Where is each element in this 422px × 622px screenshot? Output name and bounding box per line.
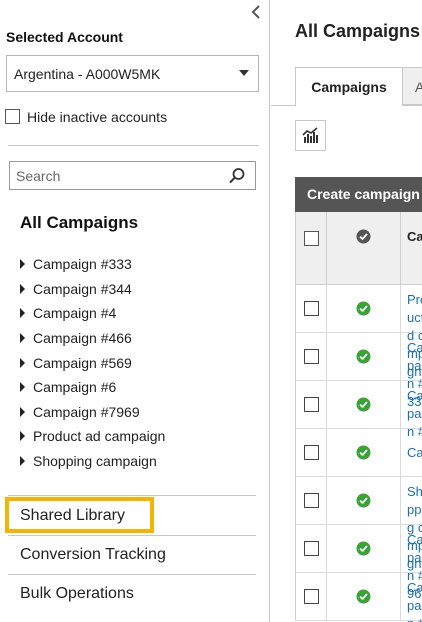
check-circle-icon: [356, 445, 371, 460]
divider: [8, 495, 256, 496]
campaign-tree-label[interactable]: Campaign #7969: [33, 404, 140, 420]
expand-arrow-icon[interactable]: [20, 308, 25, 319]
all-campaigns-heading: All Campaigns: [20, 213, 139, 232]
check-circle-icon: [356, 541, 371, 556]
expand-arrow-icon[interactable]: [20, 382, 25, 393]
divider: [8, 145, 259, 146]
select-all-checkbox[interactable]: [304, 231, 319, 246]
expand-arrow-icon[interactable]: [20, 456, 25, 467]
campaign-tree-item[interactable]: Campaign #4: [20, 301, 165, 326]
campaign-tree-item[interactable]: Campaign #466: [20, 326, 165, 351]
account-sidebar: Selected Account Argentina - A000W5MK Hi…: [0, 0, 270, 622]
campaign-tree-item[interactable]: Campaign #344: [20, 277, 165, 302]
table-row[interactable]: Campaign #4: [295, 381, 422, 439]
campaign-tree-label[interactable]: Campaign #344: [33, 281, 132, 297]
header-campaign-name[interactable]: Ca: [407, 229, 422, 244]
hide-inactive-checkbox[interactable]: [5, 109, 20, 125]
campaigns-grid: Ca Product ad campaign Campaign #333 Cam…: [295, 212, 422, 622]
row-checkbox[interactable]: [304, 541, 319, 556]
campaign-tree-item[interactable]: Campaign #333: [20, 252, 165, 277]
expand-arrow-icon[interactable]: [20, 357, 25, 368]
divider: [8, 574, 256, 575]
campaign-name-link[interactable]: Ca: [407, 444, 422, 462]
account-dropdown[interactable]: Argentina - A000W5MK: [6, 55, 259, 92]
search-icon[interactable]: [228, 167, 246, 185]
table-row[interactable]: Campaign #333: [295, 333, 422, 409]
tab-campaigns[interactable]: Campaigns: [295, 67, 403, 106]
chevron-left-icon[interactable]: [247, 2, 265, 22]
campaign-tree-label[interactable]: Campaign #569: [33, 355, 132, 371]
nav-conversion-tracking[interactable]: Conversion Tracking: [20, 546, 166, 564]
header-status-cell[interactable]: [327, 212, 401, 284]
divider: [8, 535, 256, 536]
campaign-tree-item[interactable]: Campaign #6: [20, 375, 165, 400]
expand-arrow-icon[interactable]: [20, 431, 25, 442]
check-circle-icon: [356, 397, 371, 412]
check-circle-icon: [356, 349, 371, 364]
nav-bulk-operations[interactable]: Bulk Operations: [20, 585, 134, 603]
campaign-name-link[interactable]: Campaign #344: [407, 579, 422, 622]
page-title: All Campaigns: [295, 21, 421, 41]
row-checkbox[interactable]: [304, 301, 319, 316]
table-row[interactable]: Product ad campaign: [295, 285, 422, 379]
main-pane: All Campaigns A Campaigns Create campaig…: [271, 0, 422, 622]
campaign-tree-label[interactable]: Campaign #6: [33, 379, 116, 395]
expand-arrow-icon[interactable]: [20, 283, 25, 294]
campaign-tree-label[interactable]: Product ad campaign: [33, 428, 165, 444]
campaign-tree-label[interactable]: Campaign #4: [33, 305, 116, 321]
hide-inactive-label: Hide inactive accounts: [27, 109, 168, 125]
campaign-tree-item[interactable]: Campaign #7969: [20, 400, 165, 425]
search-box: [9, 161, 256, 190]
create-campaign-button[interactable]: Create campaign: [295, 177, 422, 212]
campaign-tree-item[interactable]: Product ad campaign: [20, 424, 165, 449]
row-checkbox[interactable]: [304, 589, 319, 604]
row-checkbox[interactable]: [304, 397, 319, 412]
check-circle-icon: [356, 493, 371, 508]
expand-arrow-icon[interactable]: [20, 259, 25, 270]
row-checkbox[interactable]: [304, 349, 319, 364]
table-row[interactable]: Ca: [295, 429, 422, 477]
row-checkbox[interactable]: [304, 445, 319, 460]
campaign-tree-item[interactable]: Shopping campaign: [20, 449, 165, 474]
campaign-tree-label[interactable]: Campaign #333: [33, 256, 132, 272]
header-select-cell: [296, 212, 327, 284]
hide-inactive-row[interactable]: Hide inactive accounts: [5, 108, 167, 126]
check-circle-icon: [356, 301, 371, 316]
account-dropdown-value: Argentina - A000W5MK: [14, 66, 161, 82]
grid-header: Ca: [295, 212, 422, 285]
selected-account-label: Selected Account: [6, 29, 123, 45]
check-circle-icon: [356, 589, 371, 604]
table-row[interactable]: Campaign #344: [295, 573, 422, 622]
table-row[interactable]: Campaign #7969: [295, 525, 422, 601]
expand-arrow-icon[interactable]: [20, 406, 25, 417]
tab-2[interactable]: A: [402, 67, 422, 105]
expand-arrow-icon[interactable]: [20, 333, 25, 344]
row-checkbox[interactable]: [304, 493, 319, 508]
campaign-tree-item[interactable]: Campaign #569: [20, 350, 165, 375]
table-row[interactable]: Shopping campaign: [295, 477, 422, 571]
caret-down-icon: [239, 70, 249, 76]
nav-shared-library[interactable]: Shared Library: [20, 507, 125, 525]
status-column-icon: [356, 229, 371, 244]
campaign-tree: Campaign #333 Campaign #344 Campaign #4 …: [20, 252, 165, 473]
campaign-tree-label[interactable]: Shopping campaign: [33, 453, 157, 469]
chart-icon: [302, 127, 318, 143]
campaign-tree-label[interactable]: Campaign #466: [33, 330, 132, 346]
search-input[interactable]: [11, 163, 221, 188]
chart-toggle-button[interactable]: [295, 120, 326, 151]
